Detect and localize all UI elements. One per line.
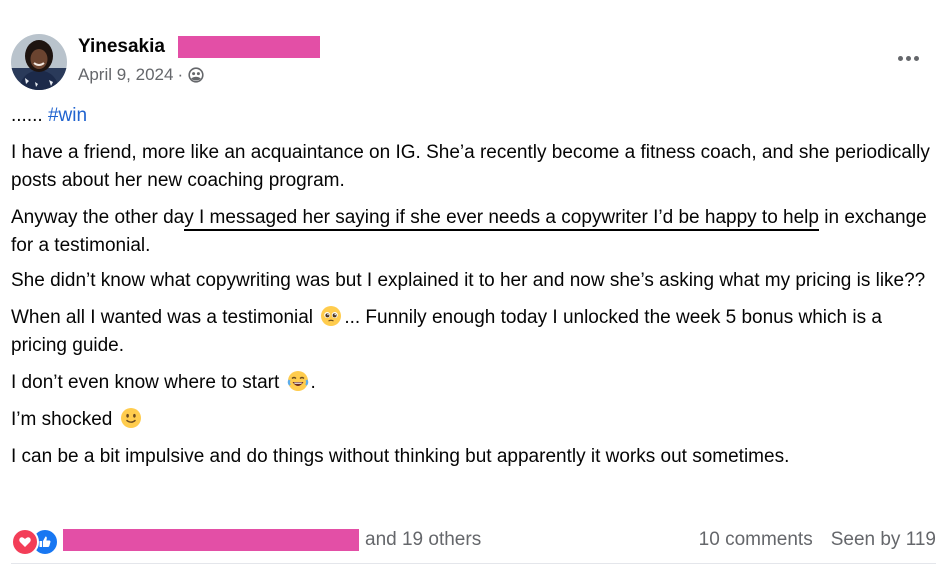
paragraph-6: I’m shocked: [11, 406, 936, 434]
post-meta: April 9, 2024 ·: [78, 65, 204, 85]
ellipsis-text: ......: [11, 105, 43, 126]
post-body: ...... #win I have a friend, more like a…: [11, 102, 936, 480]
redaction-bar-name: [178, 36, 320, 58]
friends-icon[interactable]: [188, 67, 204, 83]
hashtag-line: ...... #win: [11, 102, 936, 130]
paragraph-5-end: .: [310, 372, 316, 393]
more-icon: [897, 55, 903, 61]
more-options-button[interactable]: [893, 48, 923, 68]
facebook-post: Yinesakia April 9, 2024 · ...... #win I …: [0, 0, 944, 568]
redaction-bar-likers: [63, 529, 359, 551]
love-reaction-icon: [11, 528, 39, 556]
paragraph-6-start: I’m shocked: [11, 409, 118, 430]
paragraph-3: She didn’t know what copywriting was but…: [11, 270, 926, 291]
reaction-icons[interactable]: [11, 527, 63, 556]
comments-link[interactable]: 10 comments: [699, 529, 813, 551]
post-date[interactable]: April 9, 2024: [78, 65, 173, 85]
reactions-bar: and 19 others 10 comments Seen by 119: [11, 526, 936, 556]
hashtag-link[interactable]: #win: [48, 105, 87, 126]
meta-separator: ·: [177, 65, 184, 84]
pleading-face-emoji: [320, 305, 342, 327]
paragraph-5-start: I don’t even know where to start: [11, 372, 285, 393]
others-link[interactable]: and 19 others: [365, 529, 481, 551]
paragraph-4-start: When all I wanted was a testimonial: [11, 307, 319, 328]
joy-emoji: [287, 370, 309, 392]
paragraph-5: I don’t even know where to start .: [11, 369, 936, 397]
paragraph-7: I can be a bit impulsive and do things w…: [11, 446, 790, 467]
divider: [11, 563, 936, 564]
paragraph-2-start: Anyway the other da: [11, 207, 185, 228]
slight-smile-emoji: [120, 407, 142, 429]
paragraph-4: When all I wanted was a testimonial ... …: [11, 304, 936, 360]
underlined-text: y I messaged her saying if she ever need…: [184, 207, 819, 231]
author-name[interactable]: Yinesakia: [78, 36, 165, 58]
paragraph-2: Anyway the other day I messaged her sayi…: [11, 204, 936, 260]
avatar[interactable]: [11, 34, 67, 90]
paragraph-1: I have a friend, more like an acquaintan…: [11, 142, 930, 191]
seen-by-link[interactable]: Seen by 119: [831, 529, 936, 551]
